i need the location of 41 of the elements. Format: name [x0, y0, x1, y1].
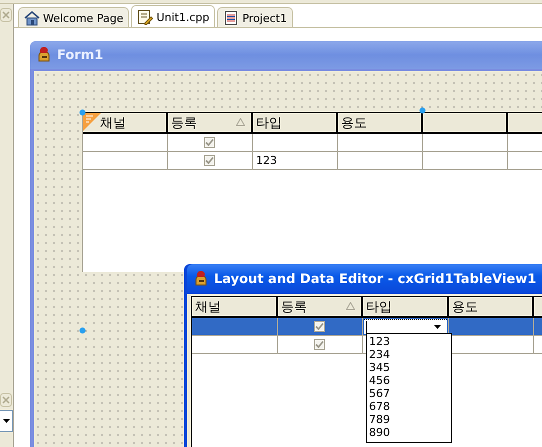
caret-icon — [3, 419, 10, 423]
dropdown-option[interactable]: 890 — [369, 426, 451, 439]
column-header[interactable]: 채널 — [192, 297, 278, 316]
dropdown-option[interactable]: 123 — [369, 335, 451, 348]
cell-text: 123 — [256, 154, 277, 167]
dropdown-field[interactable] — [364, 319, 447, 334]
table-row[interactable] — [192, 318, 542, 336]
editor-tab[interactable]: Project1 — [217, 7, 293, 28]
dropdown-option[interactable]: 345 — [369, 361, 451, 374]
house-icon — [24, 10, 40, 26]
dropdown-option[interactable]: 678 — [369, 400, 451, 413]
checkbox[interactable] — [314, 321, 325, 332]
dropdown-option[interactable]: 456 — [369, 374, 451, 387]
editor-tab[interactable]: Welcome Page — [18, 7, 130, 28]
window-title: Form1 — [57, 48, 104, 62]
window-title: Layout and Data Editor - cxGrid1TableView1 — [214, 272, 536, 286]
document-list-icon — [223, 10, 240, 26]
close-icon[interactable] — [0, 8, 12, 22]
editor-tab[interactable]: Unit1.cpp — [131, 5, 216, 28]
document-pencil-icon — [137, 9, 154, 25]
selection-handle[interactable] — [79, 109, 86, 116]
caret-icon — [434, 325, 441, 329]
sort-triangle-icon — [346, 302, 355, 310]
column-header[interactable]: 채널 — [83, 113, 168, 132]
dropdown-option[interactable]: 789 — [369, 413, 451, 426]
column-header[interactable]: 등록 — [278, 297, 363, 316]
selection-handle[interactable] — [419, 107, 426, 114]
column-header[interactable]: 등록 — [168, 113, 253, 132]
column-header[interactable]: 타입 — [363, 297, 449, 316]
close-icon[interactable] — [0, 393, 12, 407]
sort-triangle-icon — [236, 118, 245, 126]
column-header[interactable]: 용도 — [449, 297, 534, 316]
checkbox[interactable] — [204, 155, 215, 166]
selection-handle[interactable] — [79, 327, 86, 334]
dropdown-option[interactable]: 234 — [369, 348, 451, 361]
dropdown-field[interactable] — [0, 410, 13, 432]
checkbox[interactable] — [314, 339, 325, 350]
triangle-corner-icon[interactable] — [83, 113, 101, 131]
dropdown-option[interactable]: 567 — [369, 387, 451, 400]
checkbox[interactable] — [204, 137, 215, 148]
column-header[interactable]: 타입 — [253, 113, 338, 132]
